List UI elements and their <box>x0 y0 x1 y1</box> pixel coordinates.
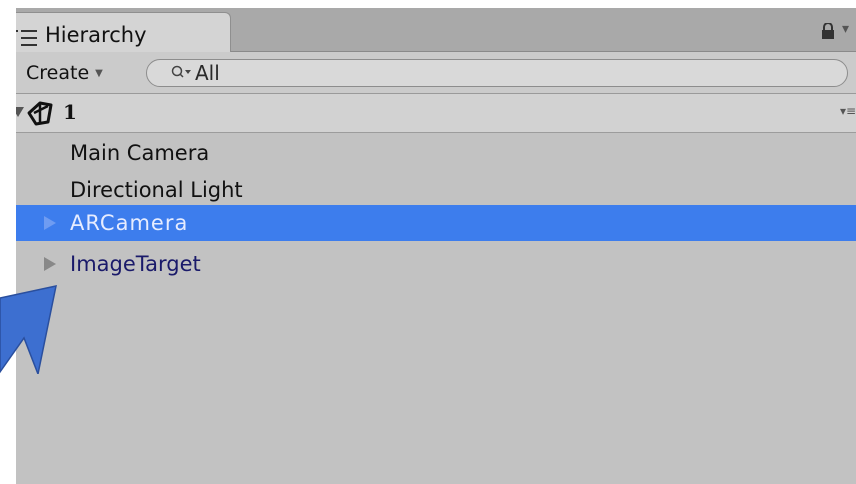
hierarchy-toolbar: Create ▼ All <box>16 52 856 94</box>
hierarchy-item-directional-light[interactable]: Directional Light <box>16 172 856 208</box>
scene-row[interactable]: 1 ▾≡ <box>16 94 856 133</box>
search-icon <box>171 65 191 78</box>
tab-menu-icon[interactable]: ▾ <box>842 21 849 37</box>
item-label: ARCamera <box>70 211 189 235</box>
scene-menu-icon[interactable]: ▾≡ <box>840 104 856 118</box>
search-value: All <box>195 61 220 85</box>
hierarchy-item-imagetarget[interactable]: ImageTarget <box>16 246 856 282</box>
item-label: Directional Light <box>70 178 243 202</box>
fold-down-icon[interactable] <box>16 107 24 117</box>
create-label: Create <box>26 62 90 84</box>
hierarchy-item-main-camera[interactable]: Main Camera <box>16 135 856 171</box>
hierarchy-panel: Hierarchy ▾ Create ▼ All 1 ▾≡ Main Camer… <box>16 8 856 484</box>
unity-logo-icon <box>27 101 53 126</box>
tab-strip: Hierarchy ▾ <box>16 8 856 52</box>
search-input[interactable]: All <box>146 59 848 87</box>
chevron-down-icon: ▼ <box>95 68 103 79</box>
hierarchy-list-icon <box>16 30 37 46</box>
annotation-arrow-icon <box>0 285 57 374</box>
item-label: ImageTarget <box>70 252 201 276</box>
expand-arrow-icon[interactable] <box>44 216 56 230</box>
tab-label: Hierarchy <box>45 23 147 47</box>
hierarchy-item-arcamera[interactable]: ARCamera <box>16 205 856 241</box>
item-label: Main Camera <box>70 141 210 165</box>
scene-name: 1 <box>63 100 77 124</box>
lock-icon[interactable] <box>821 23 835 39</box>
create-button[interactable]: Create ▼ <box>26 62 103 84</box>
tab-hierarchy[interactable]: Hierarchy <box>16 12 231 52</box>
